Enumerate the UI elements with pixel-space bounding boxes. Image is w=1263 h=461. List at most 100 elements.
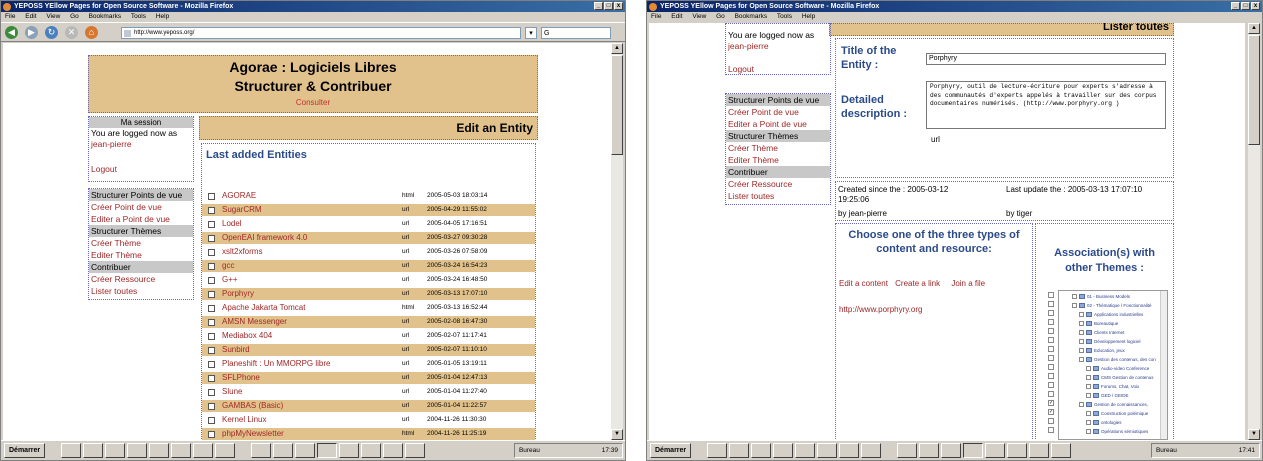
tree-checkbox[interactable] [1048, 337, 1054, 343]
menu-view[interactable]: View [692, 13, 706, 20]
session-user[interactable]: jean-pierre [89, 139, 193, 150]
taskbar-app-button[interactable] [361, 443, 381, 458]
vertical-scrollbar[interactable]: ▲ ▼ [611, 43, 623, 440]
taskbar-app-button[interactable] [1029, 443, 1049, 458]
minimize-button[interactable]: _ [594, 2, 603, 10]
minimize-button[interactable]: _ [1231, 2, 1240, 10]
entity-name[interactable]: SFLPhone [222, 372, 260, 384]
tree-item[interactable]: Opérations sémiotiques [1086, 428, 1148, 436]
menu-view[interactable]: View [46, 13, 60, 20]
entity-checkbox[interactable] [208, 403, 215, 410]
taskbar-app-button[interactable] [273, 443, 293, 458]
entity-name[interactable]: GAMBAS (Basic) [222, 400, 283, 412]
title-input[interactable]: Porphyry [926, 53, 1166, 65]
consulter-link[interactable]: Consulter [89, 98, 537, 107]
expand-icon[interactable] [1086, 429, 1091, 435]
expand-icon[interactable] [1079, 330, 1084, 336]
taskbar-app-button[interactable] [985, 443, 1005, 458]
expand-icon[interactable] [1079, 357, 1084, 363]
expand-icon[interactable] [1086, 411, 1091, 417]
taskbar-app-button[interactable] [1007, 443, 1027, 458]
url-field[interactable]: http://www.yeposs.org/ [121, 27, 521, 39]
menu-help[interactable]: Help [156, 13, 169, 20]
tree-checkbox[interactable] [1048, 301, 1054, 307]
entity-name[interactable]: Sunbird [222, 344, 250, 356]
side-menu-item[interactable]: Structurer Thèmes [89, 225, 193, 237]
tree-checkbox[interactable] [1048, 382, 1054, 388]
taskbar-active-button[interactable] [963, 443, 983, 458]
side-menu-item[interactable]: Lister toutes [89, 285, 193, 297]
expand-icon[interactable] [1079, 402, 1084, 408]
menu-go[interactable]: Go [716, 13, 725, 20]
side-menu-item[interactable]: Structurer Points de vue [89, 189, 193, 201]
taskbar-app-button[interactable] [839, 443, 859, 458]
vertical-scrollbar[interactable]: ▲ ▼ [1248, 23, 1260, 440]
tree-checkbox[interactable] [1048, 364, 1054, 370]
tree-item[interactable]: Clients Internet [1079, 329, 1124, 337]
expand-icon[interactable] [1079, 348, 1084, 354]
start-button[interactable]: Démarrer [650, 443, 692, 458]
taskbar-app-button[interactable] [405, 443, 425, 458]
side-menu-item[interactable]: Structurer Points de vue [726, 94, 830, 106]
home-icon[interactable]: ⌂ [85, 26, 98, 39]
taskbar-app-button[interactable] [897, 443, 917, 458]
side-menu-item[interactable]: Créer Point de vue [726, 106, 830, 118]
taskbar-app-button[interactable] [251, 443, 271, 458]
tree-checkbox[interactable] [1048, 292, 1054, 298]
taskbar-app-button[interactable] [61, 443, 81, 458]
maximize-button[interactable]: □ [1241, 2, 1250, 10]
tree-checkbox[interactable] [1048, 328, 1054, 334]
tree-item[interactable]: Développement logiciel [1079, 338, 1141, 346]
entity-name[interactable]: SugarCRM [222, 204, 262, 216]
entity-name[interactable]: gcc [222, 260, 234, 272]
tree-item[interactable]: Applications industrielles [1079, 311, 1143, 319]
edit-content-link[interactable]: Edit a content [839, 279, 888, 288]
taskbar-app-button[interactable] [751, 443, 771, 458]
side-menu-item[interactable]: Editer Thème [726, 154, 830, 166]
menu-bookmarks[interactable]: Bookmarks [735, 13, 768, 20]
side-menu-item[interactable]: Créer Thème [89, 237, 193, 249]
tree-item[interactable]: Gestion des contenus, des con [1079, 356, 1156, 364]
menu-file[interactable]: File [5, 13, 15, 20]
entity-name[interactable]: G++ [222, 274, 238, 286]
menu-bookmarks[interactable]: Bookmarks [89, 13, 122, 20]
taskbar-app-button[interactable] [127, 443, 147, 458]
tree-checkbox[interactable] [1048, 319, 1054, 325]
tree-item[interactable]: CMS Gestion de contenus [1086, 374, 1154, 382]
logout-link[interactable]: Logout [89, 164, 193, 175]
taskbar-app-button[interactable] [919, 443, 939, 458]
tree-checkbox[interactable] [1048, 373, 1054, 379]
entity-checkbox[interactable] [208, 431, 215, 438]
taskbar-app-button[interactable] [215, 443, 235, 458]
theme-tree[interactable]: 01 - Business Models 02 - Thématique / Fo… [1058, 290, 1168, 440]
tree-scrollbar[interactable] [1160, 291, 1167, 439]
tree-checkbox[interactable] [1048, 427, 1054, 433]
tree-item[interactable]: Construction polémique [1086, 410, 1148, 418]
entity-name[interactable]: Lodel [222, 218, 242, 230]
entity-checkbox[interactable] [208, 249, 215, 256]
taskbar-app-button[interactable] [149, 443, 169, 458]
tree-item[interactable]: Forums, Chat, Voix [1086, 383, 1139, 391]
title-bar[interactable]: YEPOSS YEllow Pages for Open Source Soft… [647, 1, 1262, 12]
search-box[interactable]: G [541, 27, 611, 39]
session-user[interactable]: jean-pierre [726, 41, 830, 52]
tree-checkbox[interactable] [1048, 346, 1054, 352]
entity-checkbox[interactable] [208, 361, 215, 368]
side-menu-item[interactable]: Contribuer [726, 166, 830, 178]
side-menu-item[interactable]: Créer Ressource [726, 178, 830, 190]
taskbar-app-button[interactable] [171, 443, 191, 458]
join-file-link[interactable]: Join a file [951, 279, 985, 288]
entity-name[interactable]: Kernel Linux [222, 414, 266, 426]
logout-link[interactable]: Logout [726, 64, 830, 75]
scroll-up-icon[interactable]: ▲ [611, 43, 623, 54]
description-textarea[interactable]: Porphyry, outil de lecture-écriture pour… [926, 81, 1166, 129]
taskbar-app-button[interactable] [339, 443, 359, 458]
taskbar-app-button[interactable] [729, 443, 749, 458]
tree-item[interactable]: 02 - Thématique / Fonctionnalité [1072, 302, 1151, 310]
back-icon[interactable]: ◀ [5, 26, 18, 39]
menu-go[interactable]: Go [70, 13, 79, 20]
start-button[interactable]: Démarrer [4, 443, 46, 458]
taskbar-app-button[interactable] [1051, 443, 1071, 458]
entity-name[interactable]: phpMyNewsletter [222, 428, 284, 440]
scroll-thumb[interactable] [611, 55, 623, 155]
